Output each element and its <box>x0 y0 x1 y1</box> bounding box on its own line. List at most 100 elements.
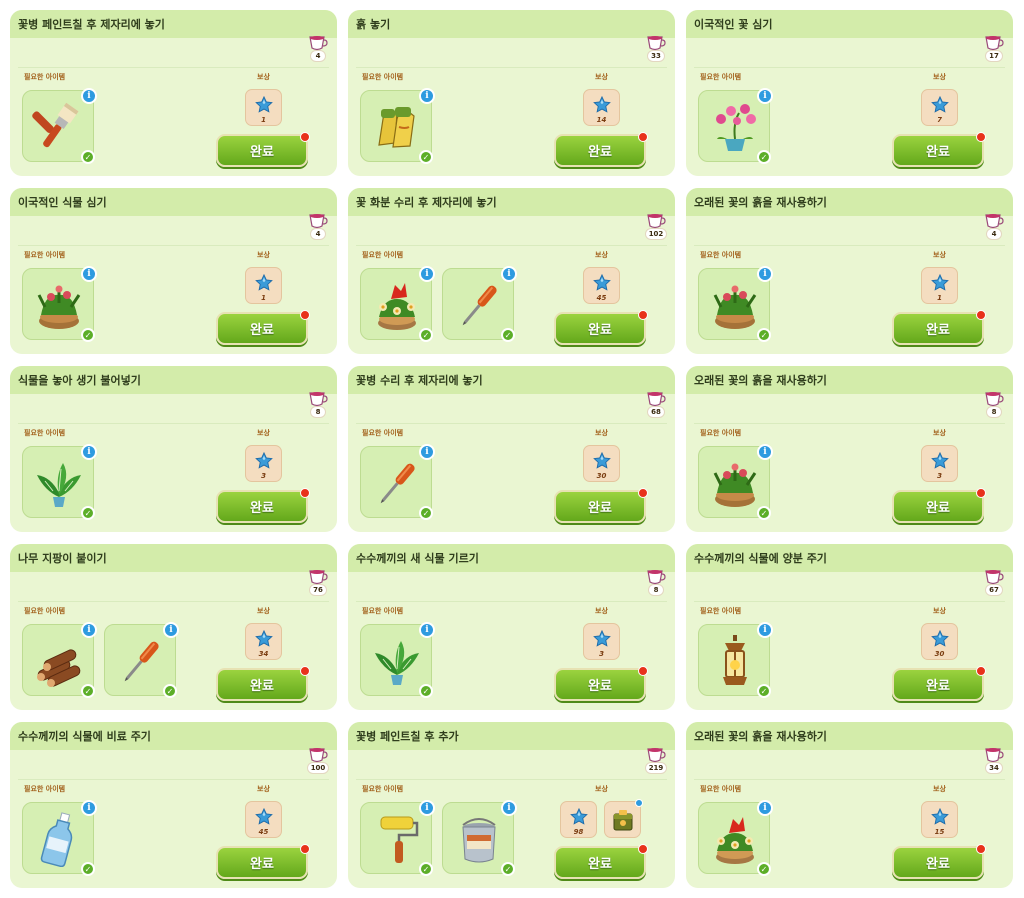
info-icon[interactable]: i <box>81 88 97 104</box>
complete-button[interactable]: 완료 <box>216 310 310 345</box>
task-card: 이국적인 식물 심기 4 필요한 아이템 보상 i ✓ 1 완료 <box>10 188 337 354</box>
info-icon[interactable]: i <box>81 444 97 460</box>
complete-button[interactable]: 완료 <box>216 844 310 879</box>
reward-label: 보상 <box>933 785 946 793</box>
required-item[interactable]: i ✓ <box>22 622 97 698</box>
required-item[interactable]: i ✓ <box>360 444 435 520</box>
cost-badge: 4 <box>307 35 329 65</box>
info-icon[interactable]: i <box>501 800 517 816</box>
divider <box>18 67 329 68</box>
complete-button[interactable]: 완료 <box>554 310 648 345</box>
cup-icon <box>308 213 328 229</box>
complete-button-label: 완료 <box>926 323 950 338</box>
info-icon[interactable] <box>635 799 643 807</box>
required-item[interactable]: i ✓ <box>442 800 517 876</box>
notification-dot <box>638 310 648 320</box>
info-icon[interactable]: i <box>419 622 435 638</box>
complete-button[interactable]: 완료 <box>554 666 648 701</box>
required-item[interactable]: i ✓ <box>698 266 773 342</box>
blue-star-gem-icon <box>931 96 949 114</box>
complete-button[interactable]: 완료 <box>892 132 986 167</box>
cost-value: 34 <box>985 762 1003 774</box>
cup-icon <box>646 391 666 407</box>
info-icon[interactable]: i <box>163 622 179 638</box>
complete-button-label: 완료 <box>926 679 950 694</box>
complete-button[interactable]: 완료 <box>554 488 648 523</box>
divider <box>356 601 667 602</box>
complete-button-label: 완료 <box>250 857 274 872</box>
complete-button[interactable]: 완료 <box>892 844 986 879</box>
info-icon[interactable]: i <box>419 800 435 816</box>
required-item[interactable]: i ✓ <box>104 622 179 698</box>
task-header: 이국적인 식물 심기 <box>10 188 337 216</box>
complete-button[interactable]: 완료 <box>216 666 310 701</box>
info-icon[interactable]: i <box>757 444 773 460</box>
required-item[interactable]: i ✓ <box>360 88 435 164</box>
task-card: 나무 지팡이 붙이기 76 필요한 아이템 보상 i ✓ i ✓ 34 완료 <box>10 544 337 710</box>
required-item[interactable]: i ✓ <box>698 88 773 164</box>
task-header: 오래된 꽃의 흙을 재사용하기 <box>686 188 1013 216</box>
complete-button[interactable]: 완료 <box>892 310 986 345</box>
reward-value: 15 <box>934 828 945 836</box>
required-item[interactable]: i ✓ <box>698 800 773 876</box>
info-icon[interactable]: i <box>419 88 435 104</box>
info-icon[interactable]: i <box>757 800 773 816</box>
complete-button[interactable]: 완료 <box>216 488 310 523</box>
divider <box>694 245 1005 246</box>
reward-label: 보상 <box>933 251 946 259</box>
complete-button[interactable]: 완료 <box>892 666 986 701</box>
checkmark-icon: ✓ <box>501 862 515 876</box>
cost-badge: 4 <box>307 213 329 243</box>
task-grid: 꽃병 페인트칠 후 제자리에 놓기 4 필요한 아이템 보상 i ✓ 1 완료 흙 놓기… <box>10 10 1014 890</box>
cup-icon <box>646 35 666 51</box>
complete-button[interactable]: 완료 <box>554 132 648 167</box>
checkmark-icon: ✓ <box>757 328 771 342</box>
required-items-label: 필요한 아이템 <box>700 73 742 81</box>
complete-button[interactable]: 완료 <box>892 488 986 523</box>
required-item[interactable]: i ✓ <box>22 266 97 342</box>
info-icon[interactable]: i <box>81 266 97 282</box>
checkmark-icon: ✓ <box>81 862 95 876</box>
divider <box>694 67 1005 68</box>
info-icon[interactable]: i <box>81 800 97 816</box>
reward-slot: 15 <box>921 801 958 838</box>
task-header: 수수께끼의 식물에 비료 주기 <box>10 722 337 750</box>
cost-badge: 17 <box>983 35 1005 65</box>
required-items-label: 필요한 아이템 <box>362 785 404 793</box>
required-item[interactable]: i ✓ <box>698 622 773 698</box>
required-item[interactable]: i ✓ <box>360 800 435 876</box>
reward-slot: 3 <box>921 445 958 482</box>
cup-icon <box>646 747 666 763</box>
reward-value: 3 <box>599 650 604 658</box>
cup-icon <box>308 569 328 585</box>
complete-button[interactable]: 완료 <box>554 844 648 879</box>
required-item[interactable]: i ✓ <box>360 266 435 342</box>
required-item[interactable]: i ✓ <box>698 444 773 520</box>
blue-star-gem-icon <box>593 96 611 114</box>
reward-label: 보상 <box>933 429 946 437</box>
fertilizer-bottle-icon <box>31 811 87 867</box>
info-icon[interactable]: i <box>757 266 773 282</box>
info-icon[interactable]: i <box>501 266 517 282</box>
required-item[interactable]: i ✓ <box>22 88 97 164</box>
required-item[interactable]: i ✓ <box>360 622 435 698</box>
required-items-label: 필요한 아이템 <box>362 251 404 259</box>
firewood-logs-icon <box>31 633 87 689</box>
complete-button[interactable]: 완료 <box>216 132 310 167</box>
required-item[interactable]: i ✓ <box>442 266 517 342</box>
cost-value: 8 <box>310 406 326 418</box>
info-icon[interactable]: i <box>419 266 435 282</box>
info-icon[interactable]: i <box>419 444 435 460</box>
info-icon[interactable]: i <box>757 622 773 638</box>
info-icon[interactable]: i <box>757 88 773 104</box>
reward-slot-item[interactable] <box>604 799 643 838</box>
reward-label: 보상 <box>933 607 946 615</box>
cost-badge: 68 <box>645 391 667 421</box>
info-icon[interactable]: i <box>81 622 97 638</box>
required-item[interactable]: i ✓ <box>22 444 97 520</box>
reward-label: 보상 <box>257 607 270 615</box>
reward-label: 보상 <box>257 73 270 81</box>
required-item[interactable]: i ✓ <box>22 800 97 876</box>
task-title: 오래된 꽃의 흙을 재사용하기 <box>694 196 827 209</box>
task-title: 꽃병 페인트칠 후 제자리에 놓기 <box>18 18 165 31</box>
